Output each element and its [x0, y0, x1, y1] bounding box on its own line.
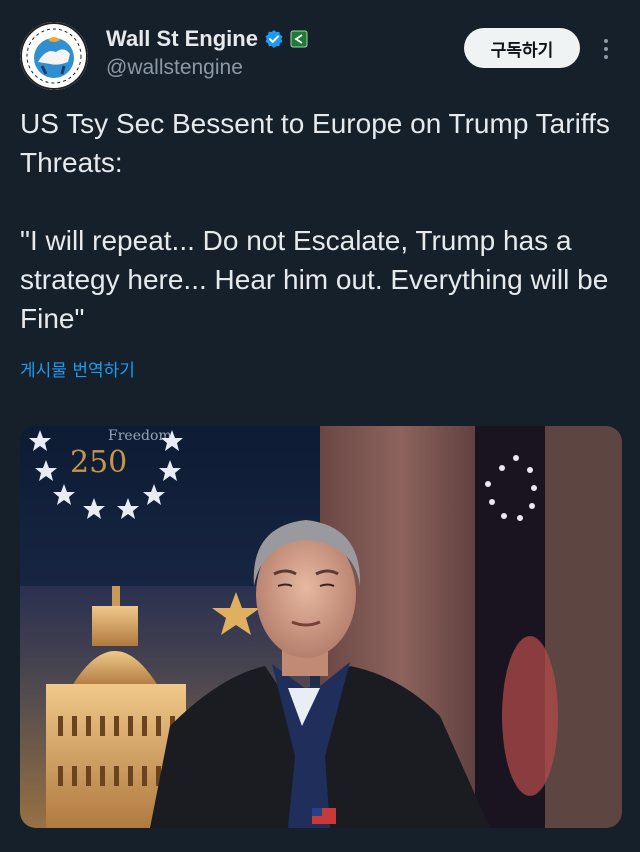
affiliate-flag-icon: [290, 30, 308, 48]
tweet-text: US Tsy Sec Bessent to Europe on Trump Ta…: [20, 108, 610, 334]
subscribe-button[interactable]: 구독하기: [464, 28, 580, 68]
more-vertical-icon[interactable]: [596, 34, 616, 64]
tweet-photo[interactable]: Freedom 250: [20, 426, 622, 828]
author-name-row: Wall St Engine: [106, 24, 308, 54]
author-handle[interactable]: @wallstengine: [106, 56, 243, 80]
translate-post-link[interactable]: 게시물 번역하기: [20, 356, 135, 381]
author-display-name[interactable]: Wall St Engine: [106, 26, 258, 52]
author-avatar[interactable]: [20, 22, 88, 90]
avatar-logo-icon: [20, 22, 88, 90]
banner-freedom-text: Freedom: [108, 428, 172, 444]
banner-250-text: 250: [70, 445, 127, 480]
tweet-header: Wall St Engine @wallstengine 구독하기: [0, 0, 640, 100]
verified-badge-icon: [264, 29, 284, 49]
